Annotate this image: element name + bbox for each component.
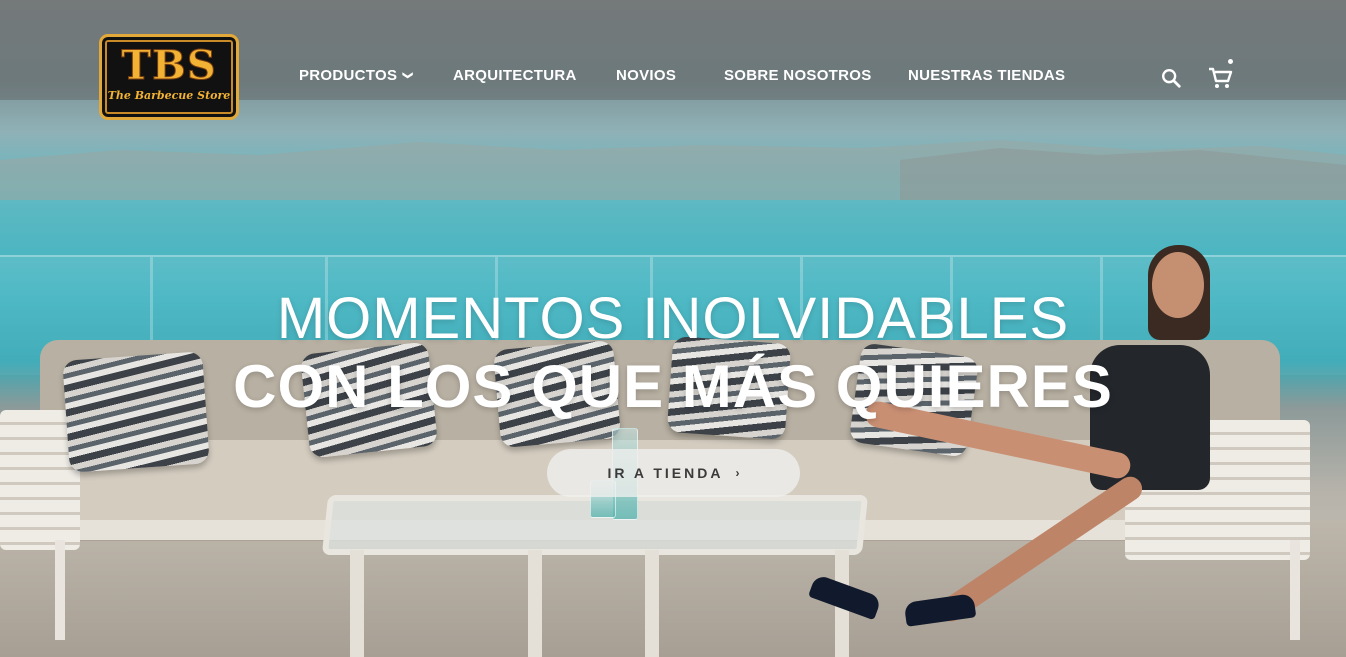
nav-item-productos[interactable]: PRODUCTOS ❯ — [299, 67, 414, 84]
table-leg — [645, 550, 659, 657]
background-hills — [0, 140, 1346, 200]
nav-item-label: NOVIOS — [616, 67, 677, 84]
nav-item-label: SOBRE NOSOTROS — [724, 67, 872, 84]
nav-item-label: PRODUCTOS — [299, 67, 398, 84]
nav-item-nuestras-tiendas[interactable]: NUESTRAS TIENDAS — [908, 67, 1065, 84]
hero-heading-line1: MOMENTOS INOLVIDABLES — [276, 286, 1070, 351]
hero-heading-line2: CON LOS QUE MÁS QUIERES — [233, 353, 1113, 420]
nav-item-label: ARQUITECTURA — [453, 67, 577, 84]
nav-item-sobre-nosotros[interactable]: SOBRE NOSOTROS — [724, 67, 872, 84]
chevron-right-icon: › — [735, 466, 740, 480]
shop-cta-button[interactable]: IR A TIENDA › — [547, 449, 800, 497]
table-leg — [528, 550, 542, 657]
logo-text: TBS — [121, 42, 217, 89]
table-leg — [350, 550, 364, 657]
search-icon[interactable] — [1160, 67, 1182, 89]
sofa-leg — [55, 540, 65, 640]
cart-icon[interactable] — [1207, 66, 1233, 90]
brand-logo[interactable]: TBS The Barbecue Store — [99, 34, 239, 120]
nav-item-label: NUESTRAS TIENDAS — [908, 67, 1066, 84]
cta-label: IR A TIENDA — [607, 465, 724, 481]
chevron-down-icon: ❯ — [402, 71, 414, 80]
nav-item-novios[interactable]: NOVIOS — [616, 67, 676, 84]
sofa-leg — [1290, 540, 1300, 640]
cart-badge-dot — [1228, 59, 1233, 64]
logo-subtitle: The Barbecue Store — [107, 89, 231, 102]
nav-item-arquitectura[interactable]: ARQUITECTURA — [453, 67, 577, 84]
